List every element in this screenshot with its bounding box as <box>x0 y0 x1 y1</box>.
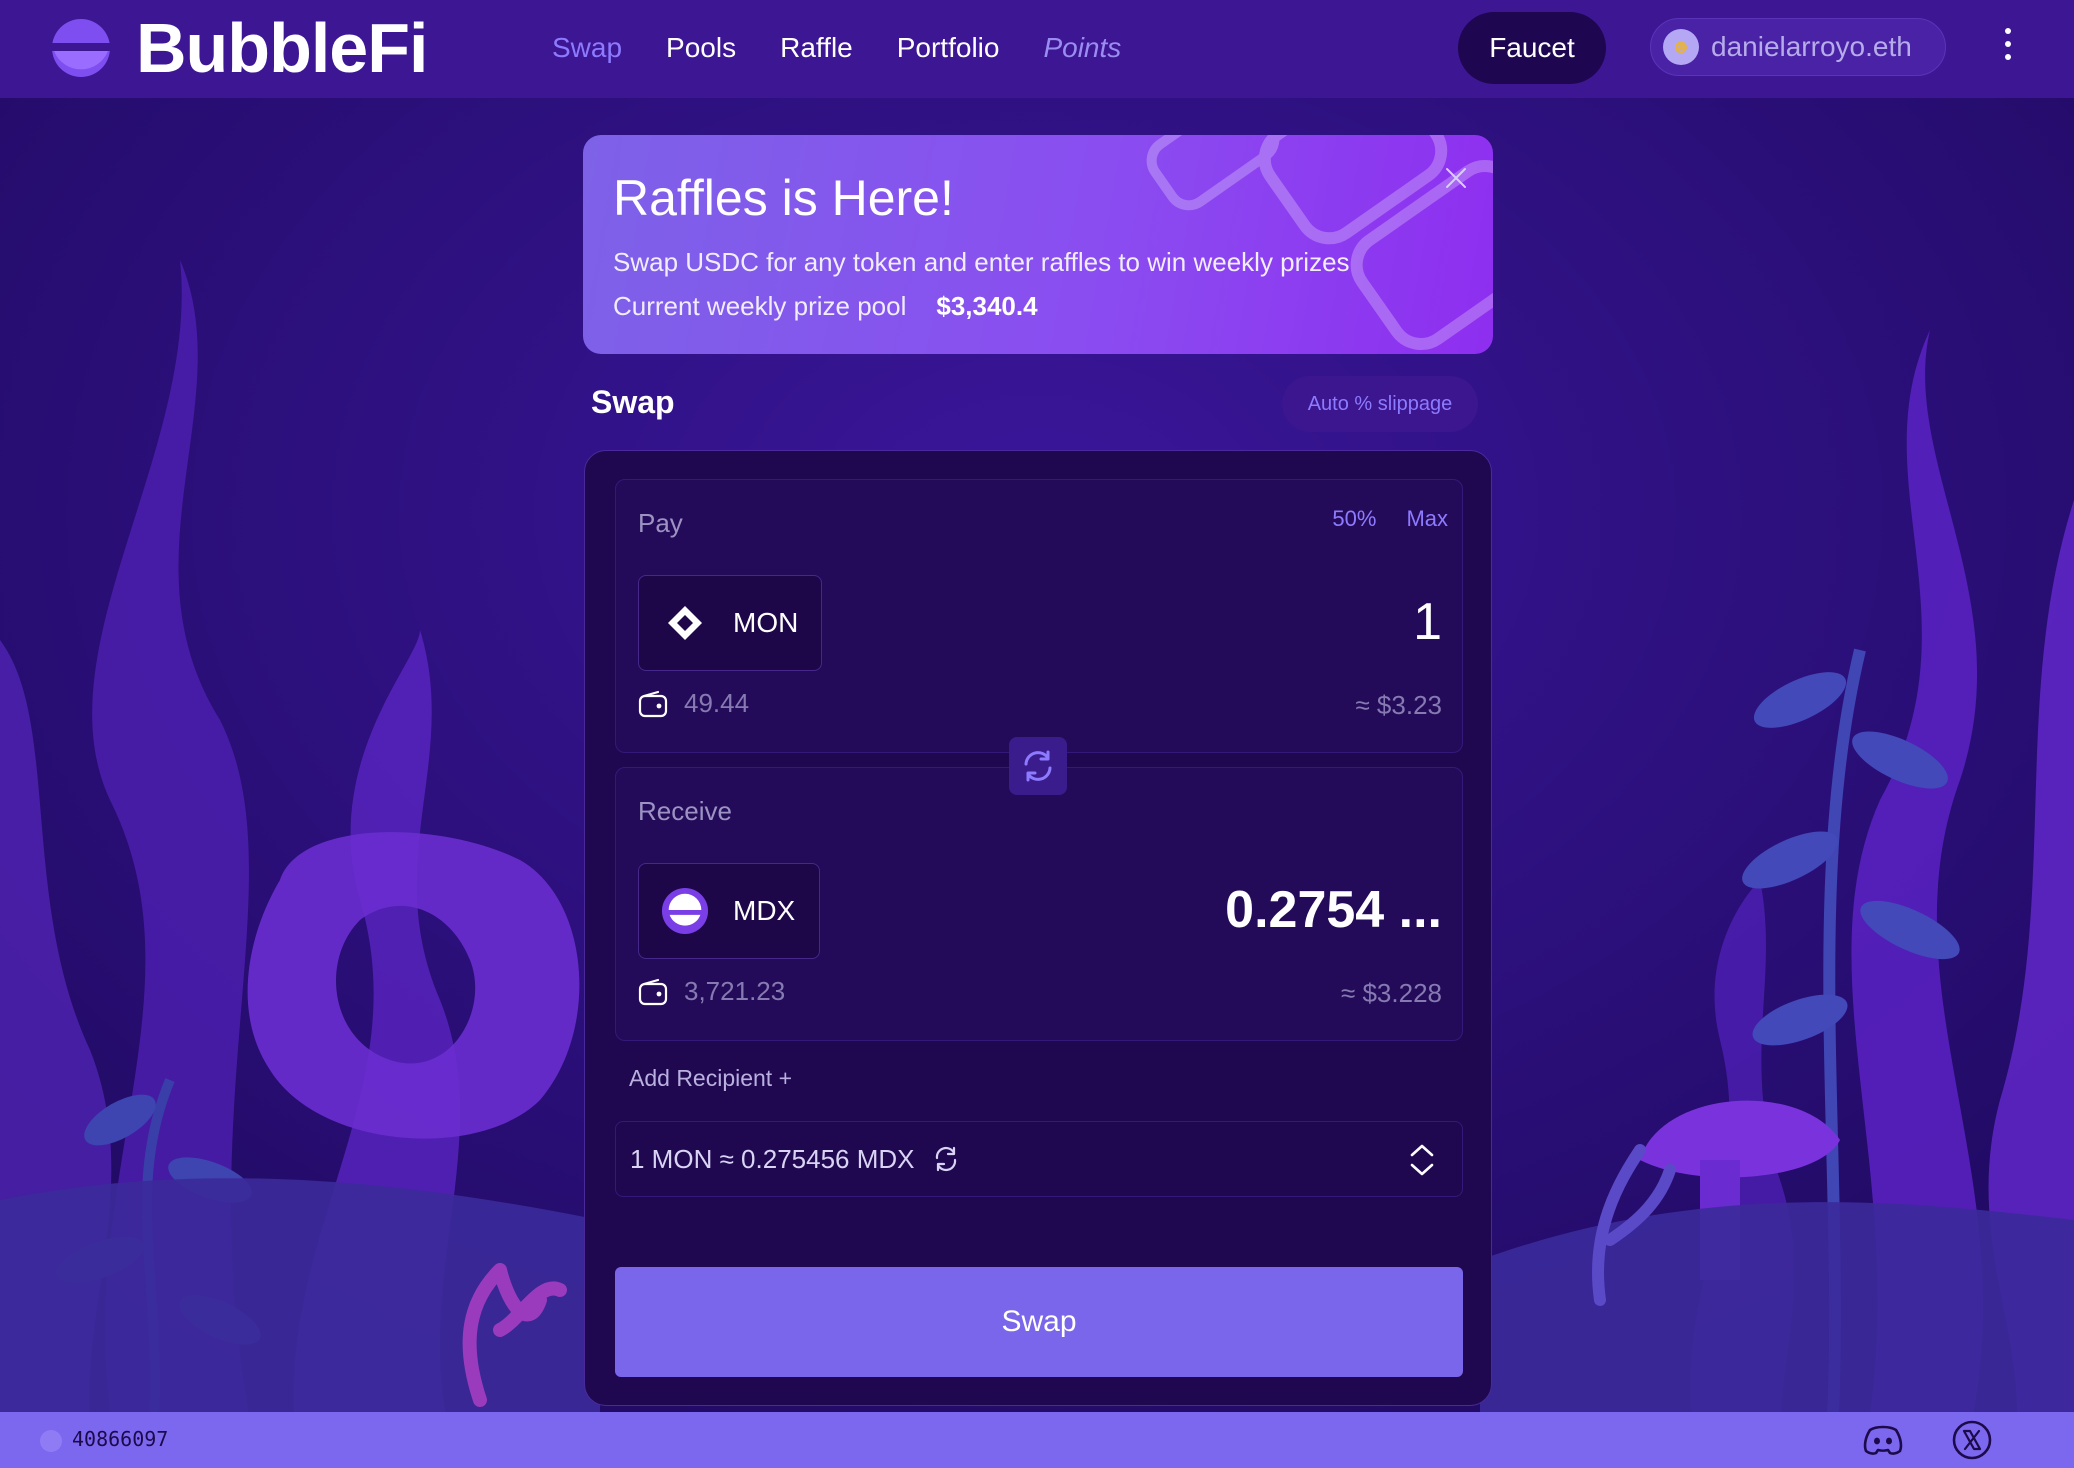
discord-icon[interactable] <box>1862 1424 1904 1456</box>
main-nav: Swap Pools Raffle Portfolio Points <box>552 28 1165 68</box>
chevron-up-down-icon[interactable] <box>1406 1142 1438 1178</box>
prize-pool-label: Current weekly prize pool <box>613 291 907 321</box>
kebab-menu-icon[interactable] <box>2000 24 2016 64</box>
amount-shortcuts: 50% Max <box>1332 506 1448 532</box>
prize-pool: Current weekly prize pool $3,340.4 <box>613 291 1038 322</box>
bubblefi-logo-icon <box>52 19 110 77</box>
exchange-rate-row[interactable]: 1 MON ≈ 0.275456 MDX <box>615 1121 1463 1197</box>
brand-name: BubbleFi <box>136 9 428 87</box>
banner-description: Swap USDC for any token and enter raffle… <box>613 247 1350 277</box>
wallet-icon <box>638 690 668 717</box>
mon-token-icon <box>661 599 709 647</box>
pay-usd-value: ≈ $3.23 <box>1355 690 1442 720</box>
pay-token-selector[interactable]: MON <box>638 575 822 671</box>
receive-balance: 3,721.23 <box>638 976 785 1007</box>
pay-label: Pay <box>638 508 683 538</box>
half-button[interactable]: 50% <box>1332 506 1376 532</box>
pay-token-name: MON <box>733 607 799 638</box>
swap-card: Pay 50% Max MON 49.44 ≈ $3.23 <box>584 450 1492 1406</box>
pay-balance: 49.44 <box>638 688 749 719</box>
nav-swap[interactable]: Swap <box>552 28 622 68</box>
block-number: 40866097 <box>72 1427 169 1451</box>
banner-decoration <box>1146 135 1493 350</box>
x-twitter-icon[interactable] <box>1952 1420 1992 1460</box>
close-icon[interactable] <box>1444 166 1468 190</box>
brand-logo[interactable]: BubbleFi <box>50 9 428 87</box>
pay-amount-input[interactable] <box>1042 592 1442 652</box>
swap-title: Swap <box>591 384 675 420</box>
pay-balance-value: 49.44 <box>684 688 750 718</box>
block-status-icon <box>40 1430 62 1452</box>
switch-tokens-button[interactable] <box>1009 737 1067 795</box>
prize-pool-value: $3,340.4 <box>936 291 1038 321</box>
nav-raffle[interactable]: Raffle <box>780 28 853 68</box>
avatar: ☻ <box>1663 29 1699 65</box>
add-recipient-link[interactable]: Add Recipient + <box>629 1065 792 1092</box>
mdx-token-icon <box>661 887 709 935</box>
nav-pools[interactable]: Pools <box>666 28 736 68</box>
exchange-rate: 1 MON ≈ 0.275456 MDX <box>630 1143 915 1174</box>
account-button[interactable]: ☻ danielarroyo.eth <box>1650 18 1946 76</box>
nav-points[interactable]: Points <box>1043 28 1121 68</box>
receive-token-selector[interactable]: MDX <box>638 863 820 959</box>
swap-arrows-icon <box>1024 750 1052 782</box>
receive-balance-value: 3,721.23 <box>684 976 786 1006</box>
pay-panel: Pay 50% Max MON 49.44 ≈ $3.23 <box>615 479 1463 753</box>
faucet-button[interactable]: Faucet <box>1458 12 1606 84</box>
slippage-button[interactable]: Auto % slippage <box>1282 376 1478 432</box>
refresh-icon[interactable] <box>931 1144 961 1174</box>
top-navbar: BubbleFi Swap Pools Raffle Portfolio Poi… <box>0 0 2074 98</box>
footer: 40866097 <box>0 1412 2074 1468</box>
receive-amount: 0.2754 ... <box>1225 881 1442 939</box>
receive-panel: Receive MDX 0.2754 ... 3,721.23 ≈ $3.228 <box>615 767 1463 1041</box>
nav-portfolio[interactable]: Portfolio <box>897 28 1000 68</box>
max-button[interactable]: Max <box>1406 506 1448 532</box>
banner-title: Raffles is Here! <box>613 170 954 226</box>
receive-usd-value: ≈ $3.228 <box>1340 978 1442 1008</box>
raffle-banner: Raffles is Here! Swap USDC for any token… <box>583 135 1493 354</box>
wallet-icon <box>638 978 668 1005</box>
account-name: danielarroyo.eth <box>1711 31 1912 62</box>
swap-submit-button[interactable]: Swap <box>615 1267 1463 1377</box>
receive-token-name: MDX <box>733 895 796 926</box>
receive-label: Receive <box>638 796 732 826</box>
